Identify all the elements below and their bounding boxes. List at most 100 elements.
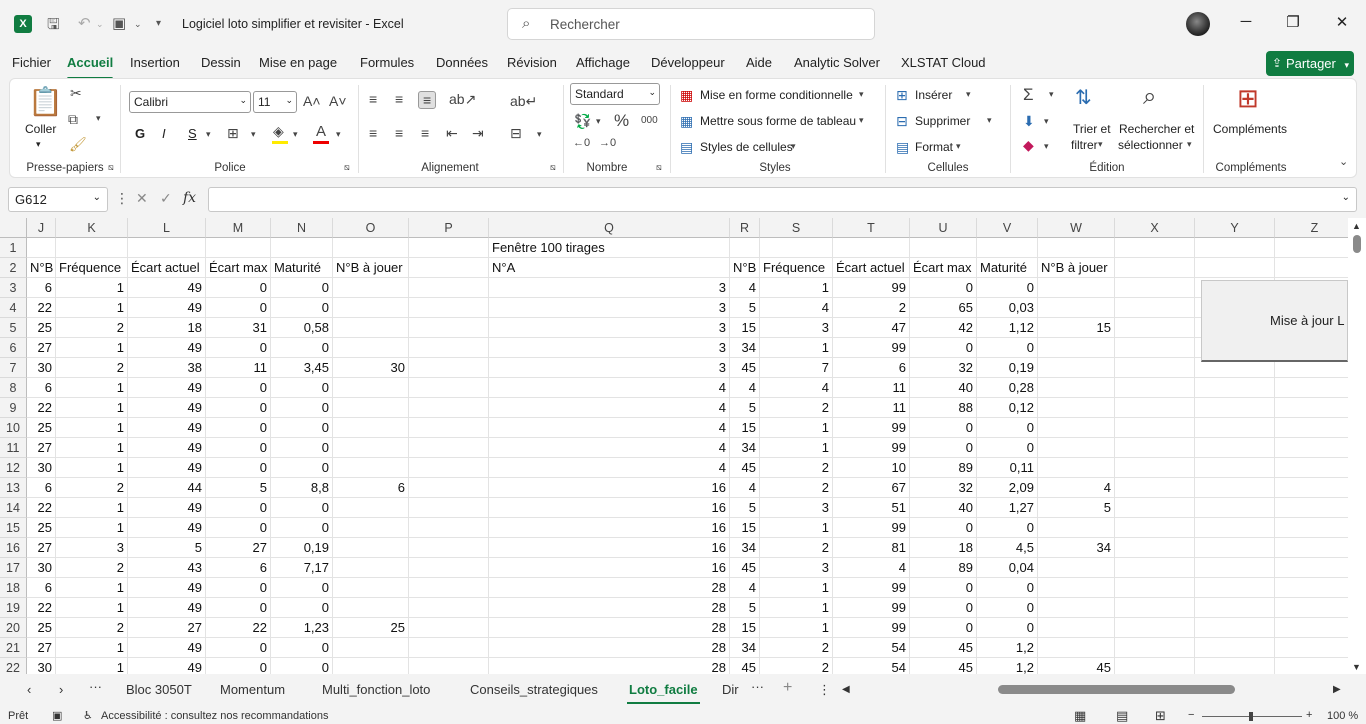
cell-P22[interactable] <box>409 658 489 674</box>
cell-M5[interactable]: 31 <box>206 318 271 338</box>
cell-T19[interactable]: 99 <box>833 598 910 618</box>
cell-S15[interactable]: 1 <box>760 518 833 538</box>
format-as-table-dropdown-icon[interactable]: ▾ <box>859 115 864 126</box>
cell-X12[interactable] <box>1115 458 1195 478</box>
cell-Y17[interactable] <box>1195 558 1275 578</box>
thousands-icon[interactable]: 000 <box>641 115 658 126</box>
column-header-Y[interactable]: Y <box>1195 218 1275 238</box>
cell-V10[interactable]: 0 <box>977 418 1038 438</box>
tab-dessin[interactable]: Dessin <box>201 55 241 70</box>
cell-K16[interactable]: 3 <box>56 538 128 558</box>
cell-S12[interactable]: 2 <box>760 458 833 478</box>
cell-V11[interactable]: 0 <box>977 438 1038 458</box>
cell-Z12[interactable] <box>1275 458 1348 478</box>
cell-K3[interactable]: 1 <box>56 278 128 298</box>
cell-V3[interactable]: 0 <box>977 278 1038 298</box>
cell-S18[interactable]: 1 <box>760 578 833 598</box>
cell-S20[interactable]: 1 <box>760 618 833 638</box>
cell-N3[interactable]: 0 <box>271 278 333 298</box>
cell-Q13[interactable]: 16 <box>489 478 730 498</box>
cell-Z9[interactable] <box>1275 398 1348 418</box>
cell-X16[interactable] <box>1115 538 1195 558</box>
cell-R15[interactable]: 15 <box>730 518 760 538</box>
cell-R2[interactable]: N°B <box>730 258 760 278</box>
cell-L9[interactable]: 49 <box>128 398 206 418</box>
find-select-icon[interactable]: ⌕ <box>1143 83 1156 111</box>
cell-K22[interactable]: 1 <box>56 658 128 674</box>
cell-K20[interactable]: 2 <box>56 618 128 638</box>
cell-V9[interactable]: 0,12 <box>977 398 1038 418</box>
cell-X5[interactable] <box>1115 318 1195 338</box>
cell-W17[interactable] <box>1038 558 1115 578</box>
cell-N1[interactable] <box>271 238 333 258</box>
column-header-N[interactable]: N <box>271 218 333 238</box>
horizontal-scroll-thumb[interactable] <box>998 685 1235 694</box>
cell-K9[interactable]: 1 <box>56 398 128 418</box>
cell-N9[interactable]: 0 <box>271 398 333 418</box>
cell-K8[interactable]: 1 <box>56 378 128 398</box>
cell-Y22[interactable] <box>1195 658 1275 674</box>
cell-R22[interactable]: 45 <box>730 658 760 674</box>
cell-X18[interactable] <box>1115 578 1195 598</box>
borders-dropdown-icon[interactable]: ▾ <box>251 129 256 140</box>
worksheet-grid[interactable]: J K L M N O P Q R S T U V W X Y Z 1 Fenêtre 100 tirages 2 N°… <box>0 218 1348 674</box>
format-cells-button[interactable]: Format <box>915 140 953 154</box>
cell-K11[interactable]: 1 <box>56 438 128 458</box>
cell-R7[interactable]: 45 <box>730 358 760 378</box>
cell-V4[interactable]: 0,03 <box>977 298 1038 318</box>
cell-T6[interactable]: 99 <box>833 338 910 358</box>
cell-X20[interactable] <box>1115 618 1195 638</box>
cell-X11[interactable] <box>1115 438 1195 458</box>
cell-W22[interactable]: 45 <box>1038 658 1115 674</box>
cell-N21[interactable]: 0 <box>271 638 333 658</box>
cell-P18[interactable] <box>409 578 489 598</box>
cell-K7[interactable]: 2 <box>56 358 128 378</box>
cell-S5[interactable]: 3 <box>760 318 833 338</box>
cell-W19[interactable] <box>1038 598 1115 618</box>
cell-K17[interactable]: 2 <box>56 558 128 578</box>
cell-T17[interactable]: 4 <box>833 558 910 578</box>
tab-aide[interactable]: Aide <box>746 55 772 70</box>
cell-J9[interactable]: 22 <box>27 398 56 418</box>
cell-L21[interactable]: 49 <box>128 638 206 658</box>
cell-U13[interactable]: 32 <box>910 478 977 498</box>
cell-U7[interactable]: 32 <box>910 358 977 378</box>
cell-U11[interactable]: 0 <box>910 438 977 458</box>
cell-J16[interactable]: 27 <box>27 538 56 558</box>
cell-K10[interactable]: 1 <box>56 418 128 438</box>
align-middle-icon[interactable]: ≡ <box>395 91 403 107</box>
cell-V20[interactable]: 0 <box>977 618 1038 638</box>
expand-formula-icon[interactable]: ⌄ <box>1342 192 1350 203</box>
format-painter-icon[interactable]: 🖌 <box>69 136 87 153</box>
cell-N2[interactable]: Maturité <box>271 258 333 278</box>
cell-P13[interactable] <box>409 478 489 498</box>
cell-V5[interactable]: 1,12 <box>977 318 1038 338</box>
cell-L22[interactable]: 49 <box>128 658 206 674</box>
cell-Z17[interactable] <box>1275 558 1348 578</box>
cell-U6[interactable]: 0 <box>910 338 977 358</box>
cell-L15[interactable]: 49 <box>128 518 206 538</box>
clear-dropdown-icon[interactable]: ▾ <box>1044 141 1049 152</box>
cell-M16[interactable]: 27 <box>206 538 271 558</box>
cell-S3[interactable]: 1 <box>760 278 833 298</box>
insert-function-icon[interactable]: fx <box>183 190 196 206</box>
cell-V18[interactable]: 0 <box>977 578 1038 598</box>
cell-O7[interactable]: 30 <box>333 358 409 378</box>
column-header-R[interactable]: R <box>730 218 760 238</box>
cell-Q10[interactable]: 4 <box>489 418 730 438</box>
delete-dropdown-icon[interactable]: ▾ <box>987 115 992 126</box>
cell-N7[interactable]: 3,45 <box>271 358 333 378</box>
cell-L17[interactable]: 43 <box>128 558 206 578</box>
cell-P2[interactable] <box>409 258 489 278</box>
cell-K2[interactable]: Fréquence <box>56 258 128 278</box>
cell-M21[interactable]: 0 <box>206 638 271 658</box>
row-header[interactable]: 12 <box>0 458 27 478</box>
cell-U19[interactable]: 0 <box>910 598 977 618</box>
cell-Q14[interactable]: 16 <box>489 498 730 518</box>
cell-S14[interactable]: 3 <box>760 498 833 518</box>
cell-S7[interactable]: 7 <box>760 358 833 378</box>
cell-K21[interactable]: 1 <box>56 638 128 658</box>
copy-icon[interactable]: ⧉ <box>68 111 78 128</box>
cell-T3[interactable]: 99 <box>833 278 910 298</box>
cell-J17[interactable]: 30 <box>27 558 56 578</box>
